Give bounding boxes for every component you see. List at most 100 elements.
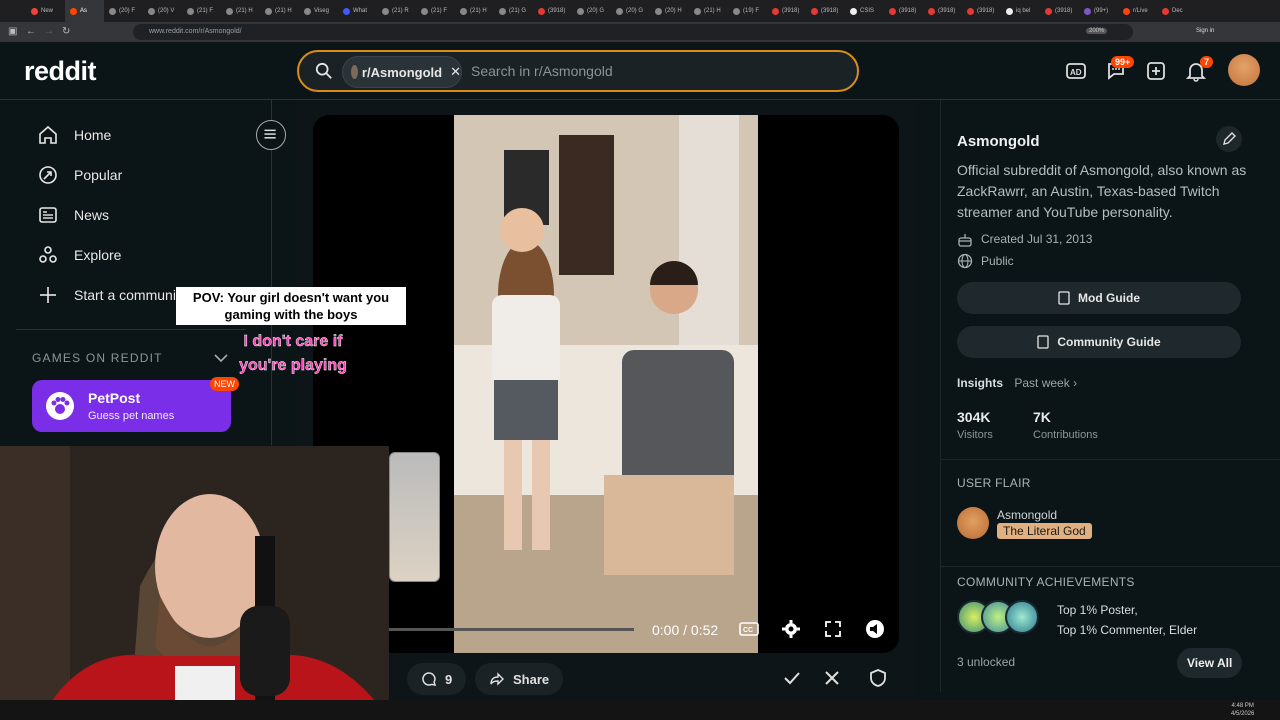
visibility-label: Public [981,254,1014,268]
game-subtitle: Guess pet names [88,410,175,422]
svg-text:AD: AD [1070,68,1082,77]
browser-tab[interactable]: (3918) [923,0,962,22]
sidebar-item-news[interactable]: News [38,205,109,225]
flair-username: Asmongold [997,508,1058,522]
sidebar-item-explore[interactable]: Explore [38,245,121,265]
back-icon[interactable]: ← [26,26,36,37]
tab-favicon-icon [694,7,701,15]
browser-tab[interactable]: (20) G [572,0,611,22]
chip-close-icon[interactable]: ✕ [450,64,461,80]
sidebar-item-label: Home [74,127,112,143]
tab-label: Dec [1172,8,1183,14]
pencil-icon [1223,132,1236,145]
tab-favicon-icon [70,7,77,15]
tab-label: (3918) [977,8,995,14]
browser-tab[interactable]: (21) F [416,0,455,22]
signin-button[interactable]: Sign in [1196,28,1214,34]
browser-tab[interactable]: (21) H [260,0,299,22]
achievements-heading: COMMUNITY ACHIEVEMENTS [957,575,1135,589]
tab-label: (3918) [938,8,956,14]
tab-label: (21) H [470,8,487,14]
comments-button[interactable]: 9 [407,663,467,695]
mod-shield-icon[interactable] [867,667,889,689]
settings-gear-icon[interactable] [781,619,801,639]
tab-favicon-icon [577,7,584,15]
sidebar-item-home[interactable]: Home [38,125,111,145]
comment-count: 9 [445,671,453,687]
browser-tab[interactable]: (21) H [221,0,260,22]
sidebar-item-start-community[interactable]: Start a community [38,285,187,305]
browser-tab[interactable]: (20) V [143,0,182,22]
browser-tab[interactable]: (3918) [767,0,806,22]
sidebar-item-label: News [74,207,110,223]
browser-tab[interactable]: (3918) [1040,0,1079,22]
browser-tab[interactable]: (3918) [806,0,845,22]
reload-icon[interactable]: ↻ [62,26,70,37]
fullscreen-icon[interactable] [823,619,843,639]
create-post-icon[interactable] [1145,60,1167,82]
flair-avatar [957,507,989,539]
sidebar-item-popular[interactable]: Popular [38,165,122,185]
browser-tab[interactable]: (19) F [728,0,767,22]
tab-label: (21) H [236,8,253,14]
unlocked-count: 3 unlocked [957,655,1016,669]
video-thumbnail-preview[interactable] [389,452,440,582]
tab-favicon-icon [1045,7,1052,15]
browser-tab[interactable]: (21) H [455,0,494,22]
browser-tab[interactable]: (3918) [884,0,923,22]
tab-favicon-icon [304,7,311,15]
browser-tab[interactable]: (20) F [104,0,143,22]
browser-tab[interactable]: (20) G [611,0,650,22]
share-button[interactable]: Share [475,663,564,695]
tab-label: CSIS [860,8,875,14]
browser-tab[interactable]: (21) H [689,0,728,22]
captions-icon[interactable]: CC [739,619,759,639]
community-guide-button[interactable]: Community Guide [957,326,1241,358]
approve-check-icon[interactable] [781,667,803,689]
tab-favicon-icon [460,7,467,15]
browser-tab[interactable]: (21) F [182,0,221,22]
browser-tab[interactable]: (3918) [533,0,572,22]
view-all-button[interactable]: View All [1177,648,1243,678]
reddit-header: reddit r/Asmongold ✕ Search in r/Asmongo… [0,42,1280,100]
zoom-indicator[interactable]: 200% [1086,28,1108,34]
edit-button[interactable] [1216,126,1242,152]
browser-tab[interactable]: CSIS [845,0,884,22]
insights-row[interactable]: Insights Past week › [957,376,1077,390]
browser-tab[interactable]: r/Live [1118,0,1157,22]
system-clock[interactable]: 4:48 PM 4/5/2026 [1231,702,1254,718]
remove-x-icon[interactable] [821,667,843,689]
browser-tab[interactable]: iq bel [1001,0,1040,22]
hamburger-icon [264,129,276,139]
url-field[interactable]: www.reddit.com/r/Asmongold/ [133,24,1133,40]
video-timecode: 0:00 / 0:52 [652,622,719,638]
reddit-logo[interactable]: reddit [24,56,97,87]
search-scope-chip[interactable]: r/Asmongold ✕ [342,56,462,88]
browser-tab[interactable]: (21) G [494,0,533,22]
browser-tab[interactable]: Dec [1157,0,1196,22]
browser-tab[interactable]: (21) R [377,0,416,22]
tab-favicon-icon [811,7,818,15]
sidebar-toggle-icon[interactable]: ▣ [8,26,17,37]
mod-guide-button[interactable]: Mod Guide [957,282,1241,314]
flair-tag[interactable]: The Literal God [997,523,1092,539]
popular-icon [39,166,57,184]
browser-tab[interactable]: As [65,0,104,22]
forward-icon[interactable]: → [44,26,54,37]
petpost-game-card[interactable]: PetPost Guess pet names [32,380,231,432]
volume-icon[interactable] [865,619,885,639]
browser-tab[interactable]: Viseg [299,0,338,22]
advertise-icon[interactable]: AD [1065,60,1087,82]
tab-favicon-icon [148,7,155,15]
video-progress-bar[interactable] [389,628,634,631]
browser-tab[interactable]: (3918) [962,0,1001,22]
browser-tab[interactable]: What [338,0,377,22]
user-avatar[interactable] [1228,54,1260,86]
browser-tab[interactable]: (20) H [650,0,689,22]
created-date-row: Created Jul 31, 2013 [957,231,1092,247]
menu-toggle-button[interactable] [256,120,286,150]
search-bar[interactable]: r/Asmongold ✕ Search in r/Asmongold [297,50,859,92]
browser-tab[interactable]: New [26,0,65,22]
browser-tab[interactable]: (99+) [1079,0,1118,22]
search-input[interactable]: Search in r/Asmongold [471,63,613,79]
